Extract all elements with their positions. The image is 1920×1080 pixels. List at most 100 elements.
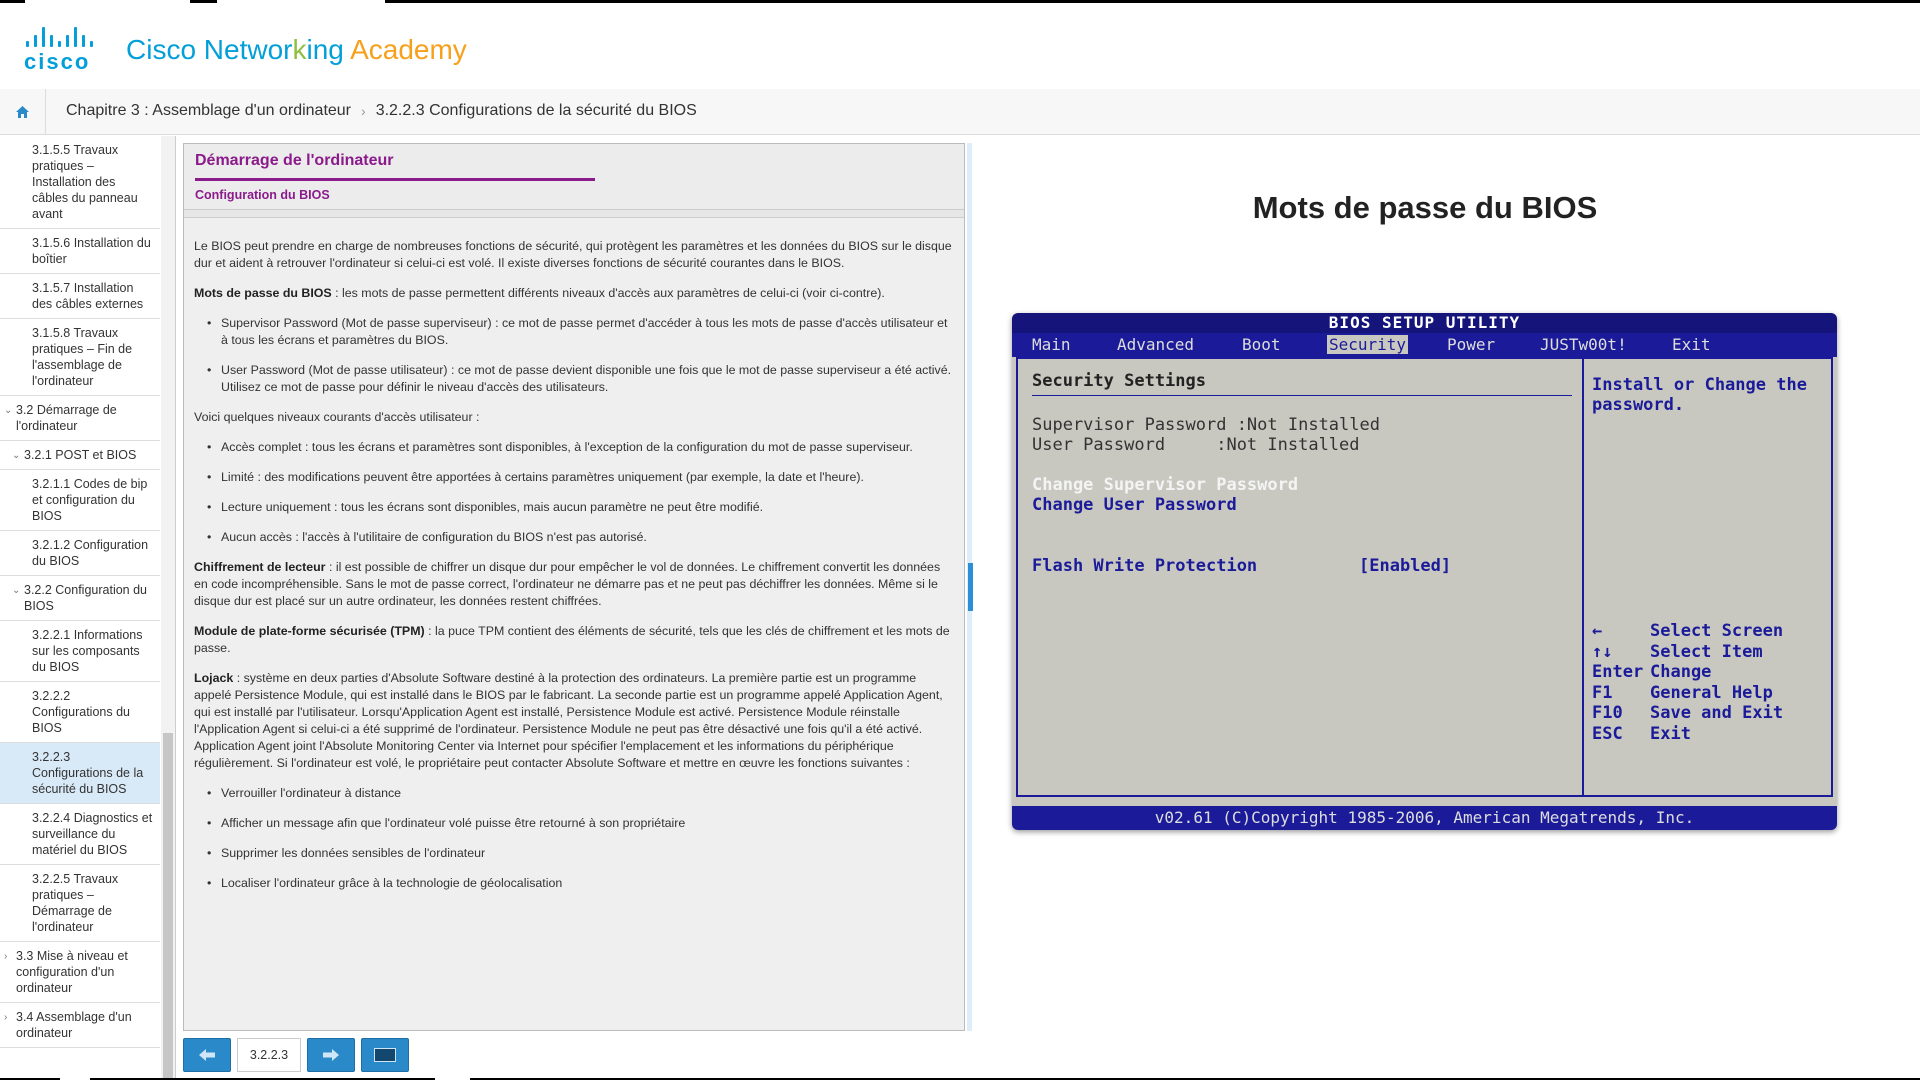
page-number: 3.2.2.3 — [237, 1038, 301, 1072]
sidebar-item[interactable]: 3.2.2.2 Configurations du BIOS — [0, 682, 160, 743]
list-item: Limité : des modifications peuvent être … — [194, 469, 954, 486]
sidebar-item-label: 3.1.5.8 Travaux pratiques – Fin de l'ass… — [32, 326, 133, 388]
bios-footer: v02.61 (C)Copyright 1985-2006, American … — [1012, 806, 1837, 830]
home-button[interactable] — [0, 89, 46, 135]
sidebar-item[interactable]: › 3.4 Assemblage d'un ordinateur — [0, 1003, 160, 1048]
list-item: Accès complet : tous les écrans et param… — [194, 439, 954, 456]
sidebar-item[interactable]: 3.1.5.6 Installation du boîtier — [0, 229, 160, 274]
sidebar-item[interactable]: 3.2.1.2 Configuration du BIOS — [0, 531, 160, 576]
content-scrollbar[interactable] — [967, 143, 973, 1031]
breadcrumb-chapter[interactable]: Chapitre 3 : Assemblage d'un ordinateur — [66, 102, 351, 120]
sidebar-item-label: 3.2.1 POST et BIOS — [24, 448, 137, 462]
bios-menubar: Main Advanced Boot Security Power JUSTw0… — [1012, 333, 1837, 357]
previous-button[interactable] — [183, 1038, 231, 1072]
screen-icon — [374, 1048, 396, 1062]
bios-menu-power: Power — [1447, 335, 1496, 354]
list-item: Verrouiller l'ordinateur à distance — [194, 785, 954, 802]
sidebar-item-label: 3.2.2.3 Configurations de la sécurité du… — [32, 750, 144, 796]
panel-body: Le BIOS peut prendre en charge de nombre… — [184, 217, 964, 1030]
list-item: Supervisor Password (Mot de passe superv… — [194, 315, 954, 349]
sidebar-item-label: 3.2 Démarrage de l'ordinateur — [16, 403, 117, 433]
password-list: Supervisor Password (Mot de passe superv… — [194, 315, 954, 396]
chevron-down-icon[interactable]: ⌄ — [12, 448, 20, 464]
sidebar-list: 3.1.5.5 Travaux pratiques – Installation… — [0, 136, 160, 1048]
sidebar-item[interactable]: 3.2.2.1 Informations sur les composants … — [0, 621, 160, 682]
course-sidebar: 3.1.5.5 Travaux pratiques – Installation… — [0, 136, 176, 1080]
sidebar-item-label: 3.2.1.2 Configuration du BIOS — [32, 538, 149, 568]
bios-menu-security: Security — [1327, 335, 1409, 354]
sidebar-item[interactable]: 3.1.5.7 Installation des câbles externes — [0, 274, 160, 319]
arrow-left-icon — [199, 1049, 215, 1061]
sidebar-item[interactable]: ⌄ 3.2.2 Configuration du BIOS — [0, 576, 160, 621]
sidebar-item[interactable]: 3.2.1.1 Codes de bip et configuration du… — [0, 470, 160, 531]
cisco-wordmark: cisco — [24, 49, 91, 74]
lojack-list: Verrouiller l'ordinateur à distance Affi… — [194, 785, 954, 892]
page-navigation: 3.2.2.3 — [183, 1038, 409, 1072]
lojack-paragraph: Lojack : système en deux parties d'Absol… — [194, 671, 943, 770]
chevron-down-icon[interactable]: ⌄ — [12, 583, 20, 599]
panel-title: Démarrage de l'ordinateur — [195, 152, 394, 169]
next-button[interactable] — [307, 1038, 355, 1072]
chevron-right-icon[interactable]: › — [4, 949, 7, 965]
sidebar-item-label: 3.1.5.6 Installation du boîtier — [32, 236, 151, 266]
bios-user-status: User Password :Not Installed — [1032, 435, 1360, 455]
sidebar-item[interactable]: 3.1.5.5 Travaux pratiques – Installation… — [0, 136, 160, 229]
encryption-paragraph: Chiffrement de lecteur : il est possible… — [194, 560, 941, 608]
levels-intro: Voici quelques niveaux courants d'accès … — [194, 410, 480, 424]
media-button[interactable] — [361, 1038, 409, 1072]
sidebar-item[interactable]: › 3.3 Mise à niveau et configuration d'un… — [0, 942, 160, 1003]
bios-heading-rule — [1032, 395, 1572, 396]
breadcrumb-current: 3.2.2.3 Configurations de la sécurité du… — [375, 102, 697, 119]
bios-change-user: Change User Password — [1032, 495, 1237, 515]
panel-subtitle: Configuration du BIOS — [195, 188, 330, 202]
sidebar-item-label: 3.2.1.1 Codes de bip et configuration du… — [32, 477, 148, 523]
levels-list: Accès complet : tous les écrans et param… — [194, 439, 954, 546]
cisco-bridge-icon: cisco — [24, 25, 106, 74]
sidebar-item-label: 3.2.2 Configuration du BIOS — [24, 583, 148, 613]
panel-header: Démarrage de l'ordinateur Configuration … — [184, 144, 964, 210]
list-item: Lecture uniquement : tous les écrans son… — [194, 499, 954, 516]
chevron-down-icon[interactable]: ⌄ — [4, 403, 12, 419]
bios-change-supervisor: Change Supervisor Password — [1032, 475, 1299, 495]
list-item: Aucun accès : l'accès à l'utilitaire de … — [194, 529, 954, 546]
bios-menu-exit: Exit — [1672, 335, 1711, 354]
arrow-right-icon — [323, 1049, 339, 1061]
chevron-right-icon: › — [361, 103, 366, 119]
sidebar-item-label: 3.1.5.5 Travaux pratiques – Installation… — [32, 143, 138, 221]
bios-menu-custom: JUSTw00t! — [1540, 335, 1627, 354]
sidebar-scroll-thumb[interactable] — [163, 733, 173, 1080]
bios-key-legend: ← Select Screen ↑↓ Select Item Enter Change… — [1592, 621, 1784, 744]
chevron-right-icon[interactable]: › — [4, 1010, 7, 1026]
sidebar-item-label: 3.2.2.5 Travaux pratiques – Démarrage de… — [32, 872, 119, 934]
intro-paragraph: Le BIOS peut prendre en charge de nombre… — [194, 239, 952, 270]
bios-menu-boot: Boot — [1242, 335, 1281, 354]
sidebar-item[interactable]: 3.2.2.5 Travaux pratiques – Démarrage de… — [0, 865, 160, 942]
passwords-paragraph: Mots de passe du BIOS : les mots de pass… — [194, 286, 885, 300]
bios-flash-label: Flash Write Protection — [1032, 556, 1258, 576]
title-underline — [195, 178, 595, 181]
content-scroll-thumb[interactable] — [968, 563, 973, 611]
cisco-logo[interactable]: cisco Cisco Networking Academy — [24, 25, 467, 74]
media-title: Mots de passe du BIOS — [1252, 190, 1598, 225]
app-title: Cisco Networking Academy — [126, 34, 467, 65]
sidebar-item[interactable]: 3.1.5.8 Travaux pratiques – Fin de l'ass… — [0, 319, 160, 396]
sidebar-item-label: 3.1.5.7 Installation des câbles externes — [32, 281, 144, 311]
list-item: Supprimer les données sensibles de l'ord… — [194, 845, 954, 862]
app-header: cisco Cisco Networking Academy — [0, 3, 1920, 92]
home-icon — [16, 106, 29, 118]
sidebar-item[interactable]: ⌄ 3.2 Démarrage de l'ordinateur — [0, 396, 160, 441]
content-panel: Démarrage de l'ordinateur Configuration … — [183, 143, 965, 1031]
sidebar-item[interactable]: 3.2.2.3 Configurations de la sécurité du… — [0, 743, 160, 804]
sidebar-item[interactable]: ⌄ 3.2.1 POST et BIOS — [0, 441, 160, 470]
sidebar-item-label: 3.2.2.1 Informations sur les composants … — [32, 628, 143, 674]
bios-divider — [1582, 357, 1584, 797]
bios-screenshot: BIOS SETUP UTILITY Main Advanced Boot Se… — [1012, 313, 1837, 830]
list-item: Localiser l'ordinateur grâce à la techno… — [194, 875, 954, 892]
bios-heading: Security Settings — [1032, 371, 1206, 391]
list-item: User Password (Mot de passe utilisateur)… — [194, 362, 954, 396]
tpm-paragraph: Module de plate-forme sécurisée (TPM) : … — [194, 624, 950, 655]
bios-help-text: Install or Change the password. — [1592, 375, 1807, 415]
list-item: Afficher un message afin que l'ordinateu… — [194, 815, 954, 832]
sidebar-item[interactable]: 3.2.2.4 Diagnostics et surveillance du m… — [0, 804, 160, 865]
bios-supervisor-status: Supervisor Password :Not Installed — [1032, 415, 1380, 435]
